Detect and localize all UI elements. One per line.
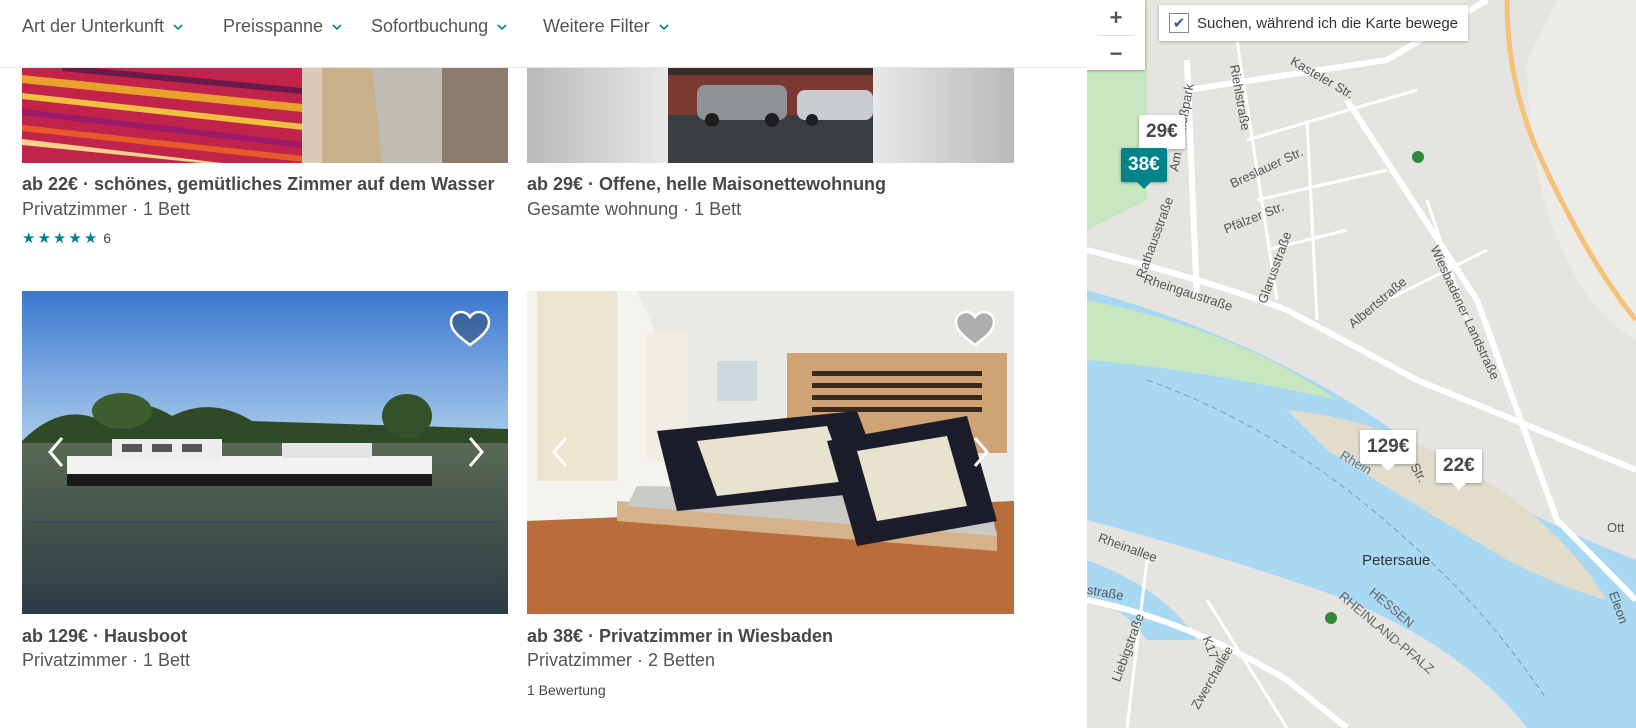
filter-more[interactable]: Weitere Filter — [543, 16, 670, 37]
listing-title[interactable]: ab 22€ · schönes, gemütliches Zimmer auf… — [22, 174, 495, 195]
chevron-right-icon[interactable] — [965, 432, 995, 472]
chevron-left-icon[interactable] — [42, 432, 72, 472]
houseboat-photo-image — [22, 291, 508, 614]
chevron-down-icon — [659, 23, 669, 30]
filter-label: Art der Unterkunft — [22, 16, 165, 36]
star-icon: ★ — [37, 230, 51, 247]
listings-panel: ab 22€ · schönes, gemütliches Zimmer auf… — [0, 0, 1087, 728]
bedroom-photo-image — [527, 291, 1014, 614]
review-count: 6 — [103, 230, 112, 246]
listing-title[interactable]: ab 38€ · Privatzimmer in Wiesbaden — [527, 626, 833, 647]
listing-subtitle: Privatzimmer · 1 Bett — [22, 650, 191, 670]
listing-photo[interactable] — [22, 291, 508, 614]
filter-room-type[interactable]: Art der Unterkunft — [22, 16, 184, 37]
review-count: 1 Bewertung — [527, 682, 606, 698]
chevron-down-icon — [497, 23, 507, 30]
filter-price[interactable]: Preisspanne — [223, 16, 343, 37]
filter-instant-book[interactable]: Sofortbuchung — [371, 16, 508, 37]
chevron-right-icon[interactable] — [460, 432, 490, 472]
filter-bar: Art der Unterkunft Preisspanne Sofortbuc… — [0, 0, 1087, 68]
heart-icon[interactable] — [953, 309, 997, 349]
map-price-pin[interactable]: 129€ — [1360, 430, 1417, 471]
search-on-move-checkbox[interactable]: ✔ — [1169, 13, 1189, 33]
search-on-move-label[interactable]: Suchen, während ich die Karte bewege — [1197, 15, 1458, 32]
map-street-label: Ott — [1607, 520, 1625, 535]
listing-subtitle: Privatzimmer · 1 Bett — [22, 199, 191, 219]
listing-title[interactable]: ab 29€ · Offene, helle Maisonettewohnung — [527, 174, 886, 195]
listing-subtitle: Gesamte wohnung · 1 Bett — [527, 199, 742, 219]
listing-subtitle: Privatzimmer · 2 Betten — [527, 650, 716, 670]
listing-photo[interactable] — [527, 65, 1014, 163]
zoom-out-button[interactable]: − — [1087, 36, 1145, 71]
filter-label: Preisspanne — [223, 16, 324, 36]
listing-photo[interactable] — [527, 291, 1014, 614]
chevron-left-icon[interactable] — [546, 432, 576, 472]
map-zoom-controls: + − — [1087, 0, 1145, 70]
star-icon: ★ — [52, 230, 67, 247]
filter-label: Sofortbuchung — [371, 16, 489, 36]
listing-title[interactable]: ab 129€ · Hausboot — [22, 626, 187, 647]
heart-icon[interactable] — [448, 309, 492, 349]
checkmark-icon: ✔ — [1172, 15, 1186, 32]
map[interactable]: Kasteler Str. Breslauer Str. Pfälzer Str… — [1087, 0, 1636, 728]
bedroom-photo-image — [22, 65, 508, 163]
star-icon: ★ — [68, 230, 82, 247]
star-icon: ★ — [83, 230, 98, 247]
map-place-label: Petersaue — [1362, 552, 1431, 569]
zoom-in-button[interactable]: + — [1087, 0, 1145, 35]
rating-stars: ★ ★ ★ ★ ★ 6 — [22, 229, 111, 247]
map-price-pin[interactable]: 22€ — [1436, 449, 1482, 490]
map-price-pin[interactable]: 29€ — [1139, 115, 1185, 156]
street-photo-image — [527, 65, 1014, 163]
map-price-pin-active[interactable]: 38€ — [1121, 148, 1167, 189]
filter-label: Weitere Filter — [543, 16, 650, 36]
star-icon: ★ — [22, 230, 36, 247]
search-on-map-move: ✔ Suchen, während ich die Karte bewege — [1159, 5, 1469, 41]
listing-photo[interactable] — [22, 65, 508, 163]
chevron-down-icon — [332, 23, 342, 30]
chevron-down-icon — [173, 23, 183, 30]
